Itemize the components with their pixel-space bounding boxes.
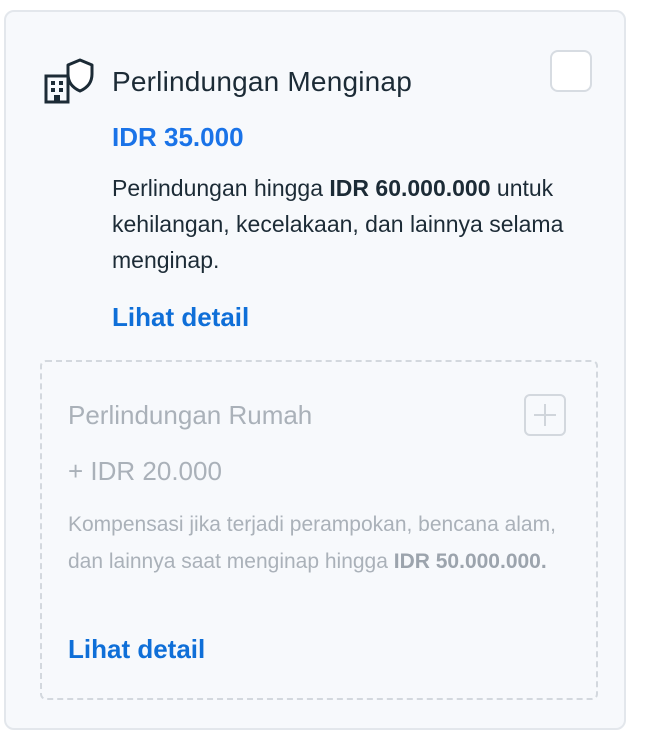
addon-title: Perlindungan Rumah bbox=[68, 400, 313, 430]
addon-home-protection: Perlindungan Rumah + IDR 20.000 Kompensa… bbox=[40, 360, 598, 700]
addon-description: Kompensasi jika terjadi perampokan, benc… bbox=[68, 513, 556, 573]
protection-card: Perlindungan Menginap IDR 35.000 Perlind… bbox=[4, 10, 626, 730]
addon-price: + IDR 20.000 bbox=[68, 456, 222, 486]
protection-title: Perlindungan Menginap bbox=[112, 66, 412, 97]
building-shield-icon bbox=[44, 58, 94, 104]
plus-icon[interactable] bbox=[524, 394, 566, 436]
protection-description: Perlindungan hingga IDR 60.000.000 untuk… bbox=[112, 175, 564, 273]
addon-coverage-amount: IDR 50.000.000. bbox=[393, 550, 547, 573]
addon-detail-link[interactable]: Lihat detail bbox=[68, 634, 205, 665]
protection-price: IDR 35.000 bbox=[112, 122, 244, 152]
protection-detail-link[interactable]: Lihat detail bbox=[112, 302, 249, 333]
coverage-amount: IDR 60.000.000 bbox=[329, 175, 491, 201]
select-protection-checkbox[interactable] bbox=[550, 50, 592, 92]
